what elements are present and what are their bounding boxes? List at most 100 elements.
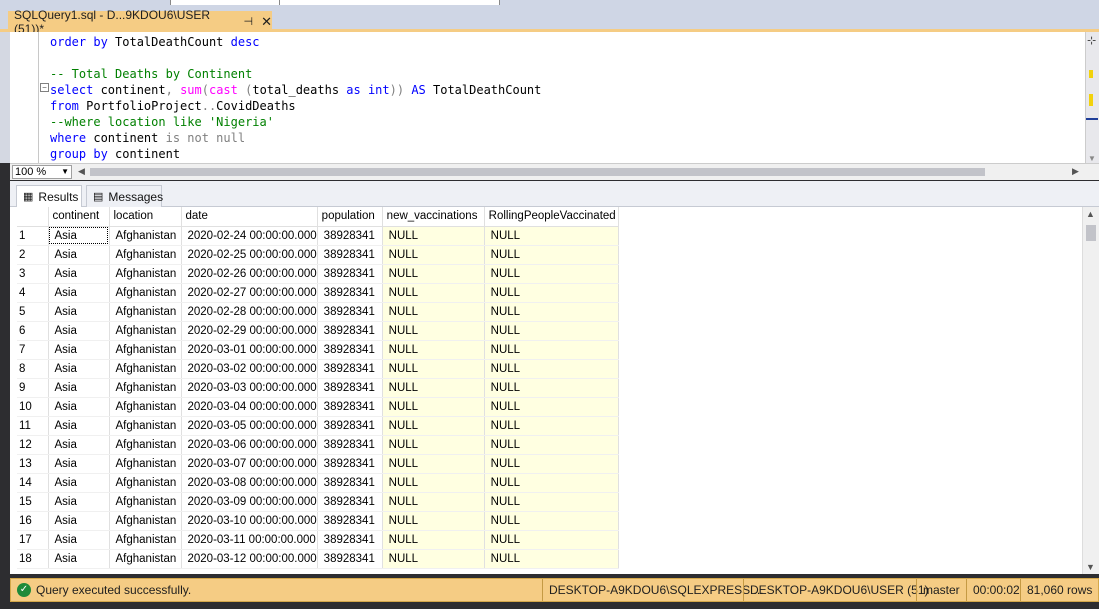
table-cell[interactable]: 38928341	[317, 511, 383, 531]
table-cell[interactable]: 2020-03-08 00:00:00.000	[181, 473, 318, 493]
table-cell[interactable]: Asia	[48, 378, 110, 398]
table-row[interactable]: 8 Asia Afghanistan 2020-03-02 00:00:00.000 3…	[17, 359, 619, 379]
table-cell[interactable]: NULL	[484, 340, 619, 360]
table-cell[interactable]: Afghanistan	[109, 283, 182, 303]
scroll-down-icon[interactable]: ▼	[1086, 562, 1095, 572]
table-cell[interactable]: Afghanistan	[109, 321, 182, 341]
table-row[interactable]: 1 Asia Afghanistan 2020-02-24 00:00:00.000 3…	[17, 226, 619, 246]
table-cell[interactable]: NULL	[382, 416, 485, 436]
row-number[interactable]: 5	[17, 302, 49, 322]
table-cell[interactable]: NULL	[382, 530, 485, 550]
table-cell[interactable]: Afghanistan	[109, 492, 182, 512]
table-row[interactable]: 17 Asia Afghanistan 2020-03-11 00:00:00.000…	[17, 530, 619, 550]
table-cell[interactable]: Asia	[48, 302, 110, 322]
row-number[interactable]: 13	[17, 454, 49, 474]
code-line[interactable]: --where location like 'Nigeria'	[50, 114, 541, 130]
table-cell[interactable]: Asia	[48, 397, 110, 417]
table-cell[interactable]: Afghanistan	[109, 549, 182, 569]
table-cell[interactable]: NULL	[484, 530, 619, 550]
collapse-icon[interactable]: −	[40, 83, 49, 92]
code-line[interactable]	[50, 50, 541, 66]
table-row[interactable]: 12 Asia Afghanistan 2020-03-06 00:00:00.000…	[17, 435, 619, 455]
close-icon[interactable]: ✕	[261, 14, 272, 30]
table-cell[interactable]: Asia	[48, 359, 110, 379]
table-cell[interactable]: 38928341	[317, 397, 383, 417]
code-lines[interactable]: order by TotalDeathCount desc -- Total De…	[50, 34, 541, 162]
row-number[interactable]: 4	[17, 283, 49, 303]
table-cell[interactable]: 2020-03-10 00:00:00.000	[181, 511, 318, 531]
table-cell[interactable]: 2020-02-24 00:00:00.000	[181, 226, 318, 246]
table-cell[interactable]: 38928341	[317, 340, 383, 360]
column-header[interactable]: continent	[48, 207, 110, 227]
table-cell[interactable]: Afghanistan	[109, 340, 182, 360]
pin-icon[interactable]: ⊣	[244, 15, 254, 28]
table-row[interactable]: 15 Asia Afghanistan 2020-03-09 00:00:00.000…	[17, 492, 619, 512]
table-cell[interactable]: Asia	[48, 321, 110, 341]
table-cell[interactable]: 38928341	[317, 283, 383, 303]
column-header[interactable]: population	[317, 207, 383, 227]
table-cell[interactable]: 2020-02-26 00:00:00.000	[181, 264, 318, 284]
table-cell[interactable]: NULL	[484, 302, 619, 322]
row-number[interactable]: 6	[17, 321, 49, 341]
results-grid[interactable]: continent location date population new_v…	[17, 207, 619, 569]
row-number[interactable]: 14	[17, 473, 49, 493]
table-cell[interactable]: 38928341	[317, 473, 383, 493]
table-cell[interactable]: NULL	[382, 226, 485, 246]
code-line[interactable]: from PortfolioProject..CovidDeaths	[50, 98, 541, 114]
table-row[interactable]: 2 Asia Afghanistan 2020-02-25 00:00:00.000 3…	[17, 245, 619, 265]
table-cell[interactable]: 2020-02-29 00:00:00.000	[181, 321, 318, 341]
table-cell[interactable]: Afghanistan	[109, 416, 182, 436]
table-cell[interactable]: NULL	[484, 473, 619, 493]
row-number[interactable]: 9	[17, 378, 49, 398]
table-cell[interactable]: 38928341	[317, 359, 383, 379]
table-cell[interactable]: 2020-02-28 00:00:00.000	[181, 302, 318, 322]
row-number[interactable]: 1	[17, 226, 49, 246]
table-cell[interactable]: Afghanistan	[109, 226, 182, 246]
table-cell[interactable]: 2020-03-01 00:00:00.000	[181, 340, 318, 360]
table-cell[interactable]: NULL	[484, 321, 619, 341]
table-cell[interactable]: 2020-03-05 00:00:00.000	[181, 416, 318, 436]
table-row[interactable]: 18 Asia Afghanistan 2020-03-12 00:00:00.000…	[17, 549, 619, 569]
table-row[interactable]: 14 Asia Afghanistan 2020-03-08 00:00:00.000…	[17, 473, 619, 493]
row-number[interactable]: 11	[17, 416, 49, 436]
table-row[interactable]: 7 Asia Afghanistan 2020-03-01 00:00:00.000 3…	[17, 340, 619, 360]
table-cell[interactable]: NULL	[484, 397, 619, 417]
table-cell[interactable]: Afghanistan	[109, 454, 182, 474]
scroll-right-icon[interactable]: ▶	[1072, 166, 1079, 177]
table-cell[interactable]: NULL	[484, 492, 619, 512]
editor-vertical-scrollbar[interactable]: ⊹ ▼	[1085, 32, 1099, 163]
table-cell[interactable]: Asia	[48, 226, 110, 246]
row-number[interactable]: 2	[17, 245, 49, 265]
table-cell[interactable]: Asia	[48, 530, 110, 550]
table-cell[interactable]: 38928341	[317, 302, 383, 322]
table-cell[interactable]: NULL	[382, 321, 485, 341]
table-cell[interactable]: NULL	[484, 264, 619, 284]
table-cell[interactable]: 38928341	[317, 549, 383, 569]
table-cell[interactable]: Asia	[48, 549, 110, 569]
table-cell[interactable]: NULL	[382, 283, 485, 303]
table-cell[interactable]: NULL	[484, 454, 619, 474]
table-cell[interactable]: 38928341	[317, 321, 383, 341]
row-number[interactable]: 16	[17, 511, 49, 531]
code-line[interactable]: order by TotalDeathCount desc	[50, 34, 541, 50]
tab-sqlquery1[interactable]: SQLQuery1.sql - D...9KDOU6\USER (51))* ⊣…	[8, 8, 272, 36]
table-cell[interactable]: 38928341	[317, 492, 383, 512]
table-cell[interactable]: Asia	[48, 264, 110, 284]
scroll-up-icon[interactable]: ▲	[1086, 209, 1095, 219]
table-cell[interactable]: NULL	[382, 492, 485, 512]
row-number[interactable]: 10	[17, 397, 49, 417]
row-number[interactable]: 7	[17, 340, 49, 360]
row-number[interactable]: 15	[17, 492, 49, 512]
table-cell[interactable]: Asia	[48, 473, 110, 493]
table-cell[interactable]: NULL	[382, 302, 485, 322]
table-cell[interactable]: NULL	[382, 473, 485, 493]
code-line[interactable]: where continent is not null	[50, 130, 541, 146]
table-row[interactable]: 4 Asia Afghanistan 2020-02-27 00:00:00.000 3…	[17, 283, 619, 303]
table-cell[interactable]: NULL	[484, 245, 619, 265]
table-cell[interactable]: 38928341	[317, 530, 383, 550]
table-cell[interactable]: NULL	[382, 264, 485, 284]
table-cell[interactable]: 2020-03-12 00:00:00.000	[181, 549, 318, 569]
table-row[interactable]: 16 Asia Afghanistan 2020-03-10 00:00:00.000…	[17, 511, 619, 531]
row-number[interactable]: 17	[17, 530, 49, 550]
table-cell[interactable]: NULL	[484, 549, 619, 569]
